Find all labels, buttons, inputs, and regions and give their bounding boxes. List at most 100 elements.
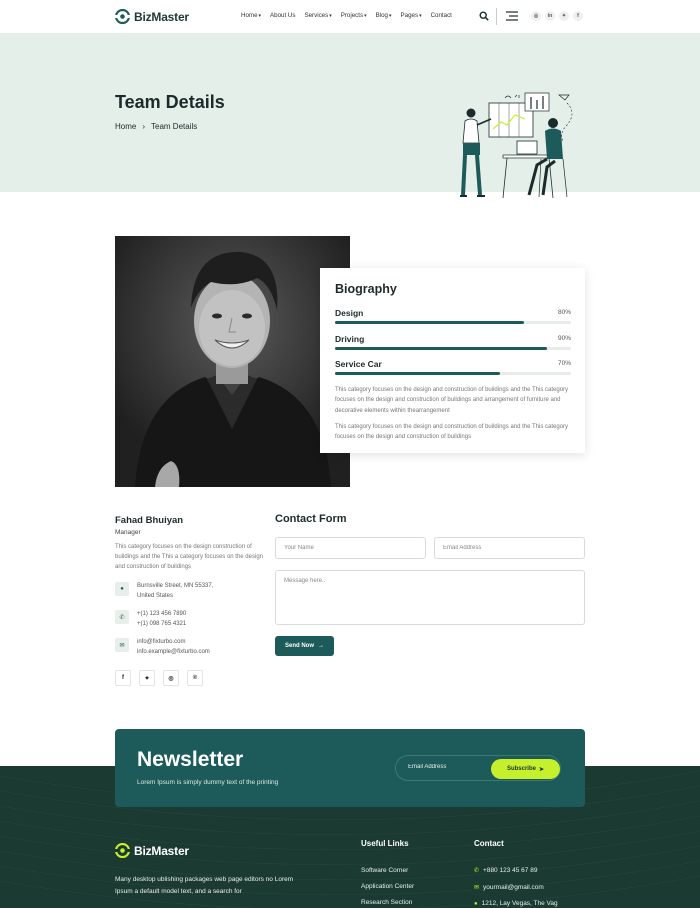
phone-2[interactable]: +(1) 098 765 4321 <box>137 619 186 629</box>
subscribe-label: Subscribe <box>506 766 536 772</box>
site-logo[interactable]: BizMaster <box>115 9 189 24</box>
header-socials: ◎ in ✦ f <box>531 11 583 21</box>
location-pin-icon: ● <box>115 582 129 596</box>
footer-phone[interactable]: ✆ +880 123 45 67 89 <box>474 867 537 874</box>
email-2[interactable]: info.example@fixturbo.com <box>137 647 210 657</box>
nav-home-label: Home <box>241 12 258 19</box>
footer-phone-text: +880 123 45 67 89 <box>483 867 538 874</box>
send-icon: ➤ <box>538 766 545 773</box>
nav-pages-label: Pages <box>400 12 419 19</box>
biography-paragraph-2: This category focuses on the design and … <box>335 424 569 441</box>
footer-link-software-corner[interactable]: Software Corner <box>361 867 408 874</box>
nav-services-label: Services <box>304 12 329 19</box>
skill-name: Service Car <box>335 359 382 369</box>
arrow-right-icon: → <box>318 643 324 649</box>
skill-percent: 80% <box>557 309 571 316</box>
email-1[interactable]: info@fixturbo.com <box>137 637 210 647</box>
footer-link-research-section[interactable]: Research Section <box>361 899 412 906</box>
nav-home[interactable]: Home▾ <box>241 12 261 19</box>
phone-icon: ✆ <box>115 610 129 624</box>
skill-service-car: Service Car 70% <box>335 359 571 375</box>
member-description: This category focuses on the design cons… <box>115 544 263 570</box>
footer-address: ● 1212, Lay Vegas, The Vag <box>474 900 558 907</box>
team-member-photo <box>115 236 350 487</box>
footer-logo[interactable]: BizMaster <box>115 843 189 858</box>
chevron-down-icon: ▾ <box>329 13 332 19</box>
logo-icon <box>115 9 130 24</box>
nav-about[interactable]: About Us <box>270 12 295 19</box>
page-title: Team Details <box>115 92 225 112</box>
footer-contact-title: Contact <box>474 839 504 848</box>
breadcrumb-current: Team Details <box>151 122 198 131</box>
footer-link-application-center[interactable]: Application Center <box>361 883 414 890</box>
phone-info: ✆ +(1) 123 456 7890 +(1) 098 765 4321 <box>115 609 186 629</box>
mail-icon: ✉ <box>115 638 129 652</box>
phone-text: +(1) 123 456 7890 +(1) 098 765 4321 <box>137 609 186 629</box>
member-socials: f ✦ ◎ ℗ <box>115 670 203 686</box>
portrait-image <box>115 236 350 487</box>
chevron-down-icon: ▾ <box>364 13 367 19</box>
instagram-icon[interactable]: ◎ <box>531 11 541 21</box>
nav-blog-label: Blog <box>375 12 388 19</box>
email-text: info@fixturbo.com info.example@fixturbo.… <box>137 637 210 657</box>
nav-about-label: About Us <box>270 12 296 19</box>
nav-contact[interactable]: Contact <box>431 12 452 19</box>
nav-blog[interactable]: Blog▾ <box>376 12 392 19</box>
logo-text: BizMaster <box>134 9 189 24</box>
email-input[interactable] <box>434 537 585 559</box>
menu-icon[interactable] <box>506 11 518 21</box>
contact-form-title: Contact Form <box>275 513 347 525</box>
footer-address-text: 1212, Lay Vegas, The Vag <box>481 900 558 907</box>
skill-progress-fill <box>335 372 501 375</box>
nav-services[interactable]: Services▾ <box>304 12 331 19</box>
biography-title: Biography <box>335 282 397 296</box>
phone-1[interactable]: +(1) 123 456 7890 <box>137 609 186 619</box>
chevron-down-icon: ▾ <box>258 13 262 19</box>
biography-card: Biography Design 80% Driving 90% Service… <box>320 268 585 453</box>
address-line-1: Burnsville Street, MN 55337, <box>137 583 214 589</box>
pinterest-icon[interactable]: ℗ <box>187 670 203 686</box>
logo-icon <box>115 843 130 858</box>
skill-progress-track <box>335 321 571 324</box>
team-meeting-illustration <box>460 92 573 199</box>
newsletter-form: Subscribe ➤ <box>395 755 561 781</box>
search-icon[interactable] <box>479 11 489 21</box>
nav-projects[interactable]: Projects▾ <box>341 12 367 19</box>
newsletter-email-input[interactable] <box>408 764 488 770</box>
email-info: ✉ info@fixturbo.com info.example@fixturb… <box>115 637 210 657</box>
chevron-down-icon: ▾ <box>419 13 422 19</box>
facebook-icon[interactable]: f <box>115 670 131 686</box>
skill-progress-track <box>335 372 571 375</box>
footer-email-text: yourmail@gmail.com <box>483 884 544 891</box>
nav-projects-label: Projects <box>340 12 364 19</box>
breadcrumb-separator-icon: › <box>142 122 146 131</box>
location-pin-icon: ● <box>474 900 478 907</box>
message-textarea[interactable] <box>275 570 585 625</box>
footer-description: Many desktop ublishing packages web page… <box>115 876 294 895</box>
send-now-button[interactable]: Send Now → <box>275 636 334 656</box>
skill-percent: 70% <box>557 360 571 367</box>
skill-driving: Driving 90% <box>335 334 571 350</box>
nav-pages[interactable]: Pages▾ <box>401 12 422 19</box>
name-input[interactable] <box>275 537 426 559</box>
instagram-icon[interactable]: ◎ <box>163 670 179 686</box>
mail-icon: ✉ <box>474 885 480 891</box>
site-header: BizMaster Home▾ About Us Services▾ Proje… <box>0 0 700 33</box>
breadcrumb-home[interactable]: Home <box>115 122 136 131</box>
address-line-2: United States <box>137 593 174 599</box>
header-divider <box>496 8 497 25</box>
newsletter-banner: Newsletter Lorem Ipsum is simply dummy t… <box>115 729 585 807</box>
skill-name: Driving <box>335 334 365 344</box>
chevron-down-icon: ▾ <box>389 13 392 19</box>
twitter-icon[interactable]: ✦ <box>139 670 155 686</box>
footer-email[interactable]: ✉ yourmail@gmail.com <box>474 884 544 891</box>
skill-design: Design 80% <box>335 308 571 324</box>
twitter-icon[interactable]: ✦ <box>559 11 569 21</box>
skill-name: Design <box>335 308 364 318</box>
page-hero: Team Details Home › Team Details <box>0 33 700 199</box>
linkedin-icon[interactable]: in <box>545 11 555 21</box>
biography-paragraph-1: This category focuses on the design and … <box>335 387 569 414</box>
facebook-icon[interactable]: f <box>573 11 583 21</box>
subscribe-button[interactable]: Subscribe ➤ <box>491 759 560 779</box>
address-info: ● Burnsville Street, MN 55337, United St… <box>115 581 213 601</box>
